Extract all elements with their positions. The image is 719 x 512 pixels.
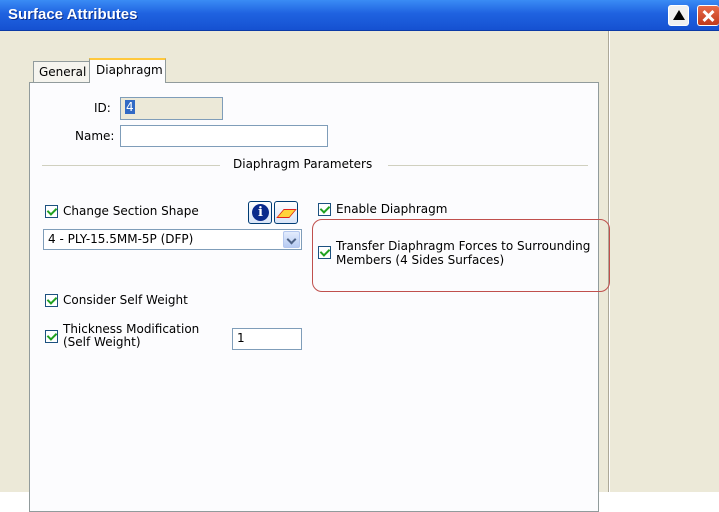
name-field[interactable] xyxy=(120,125,328,147)
checkbox-box[interactable] xyxy=(318,203,331,216)
chevron-down-icon[interactable] xyxy=(283,231,300,248)
tab-general[interactable]: General xyxy=(33,61,90,82)
change-section-shape-checkbox[interactable]: Change Section Shape xyxy=(45,204,199,218)
section-select[interactable]: 4 - PLY-15.5MM-5P (DFP) xyxy=(43,229,302,250)
thickness-modification-label: Thickness Modification (Self Weight) xyxy=(63,322,200,349)
thickness-modification-value: 1 xyxy=(237,331,245,345)
id-value: 4 xyxy=(125,100,135,114)
enable-diaphragm-checkbox[interactable]: Enable Diaphragm xyxy=(318,202,447,216)
id-label: ID: xyxy=(94,101,111,115)
section-shape-icon xyxy=(276,209,297,218)
change-section-shape-label: Change Section Shape xyxy=(63,204,199,218)
consider-self-weight-checkbox[interactable]: Consider Self Weight xyxy=(45,293,188,307)
section-select-value: 4 - PLY-15.5MM-5P (DFP) xyxy=(48,232,194,246)
enable-diaphragm-label: Enable Diaphragm xyxy=(336,202,448,216)
info-icon: i xyxy=(252,204,269,221)
checkbox-box[interactable] xyxy=(45,294,58,307)
checkbox-box[interactable] xyxy=(45,330,58,343)
id-field[interactable]: 4 xyxy=(120,97,223,120)
name-label: Name: xyxy=(75,129,115,143)
maximize-button[interactable] xyxy=(668,5,689,26)
thickness-modification-checkbox[interactable]: Thickness Modification (Self Weight) xyxy=(45,323,215,349)
section-shape-button[interactable] xyxy=(274,201,298,224)
title-bar[interactable]: Surface Attributes xyxy=(0,0,719,31)
section-header: Diaphragm Parameters xyxy=(233,157,373,171)
close-button[interactable] xyxy=(697,5,719,26)
info-button[interactable]: i xyxy=(248,201,272,224)
consider-self-weight-label: Consider Self Weight xyxy=(63,293,188,307)
separator-left xyxy=(42,165,220,166)
dialog-body: General Diaphragm ID: 4 Name: Diaphragm … xyxy=(0,31,719,512)
thickness-modification-input[interactable]: 1 xyxy=(232,328,302,350)
right-pane xyxy=(608,31,719,492)
separator-right xyxy=(388,165,588,166)
highlight-annotation xyxy=(312,219,610,292)
diaphragm-panel: ID: 4 Name: Diaphragm Parameters Change … xyxy=(29,82,599,512)
window-title: Surface Attributes xyxy=(8,6,138,23)
checkbox-box[interactable] xyxy=(45,205,58,218)
tab-diaphragm[interactable]: Diaphragm xyxy=(89,58,166,83)
